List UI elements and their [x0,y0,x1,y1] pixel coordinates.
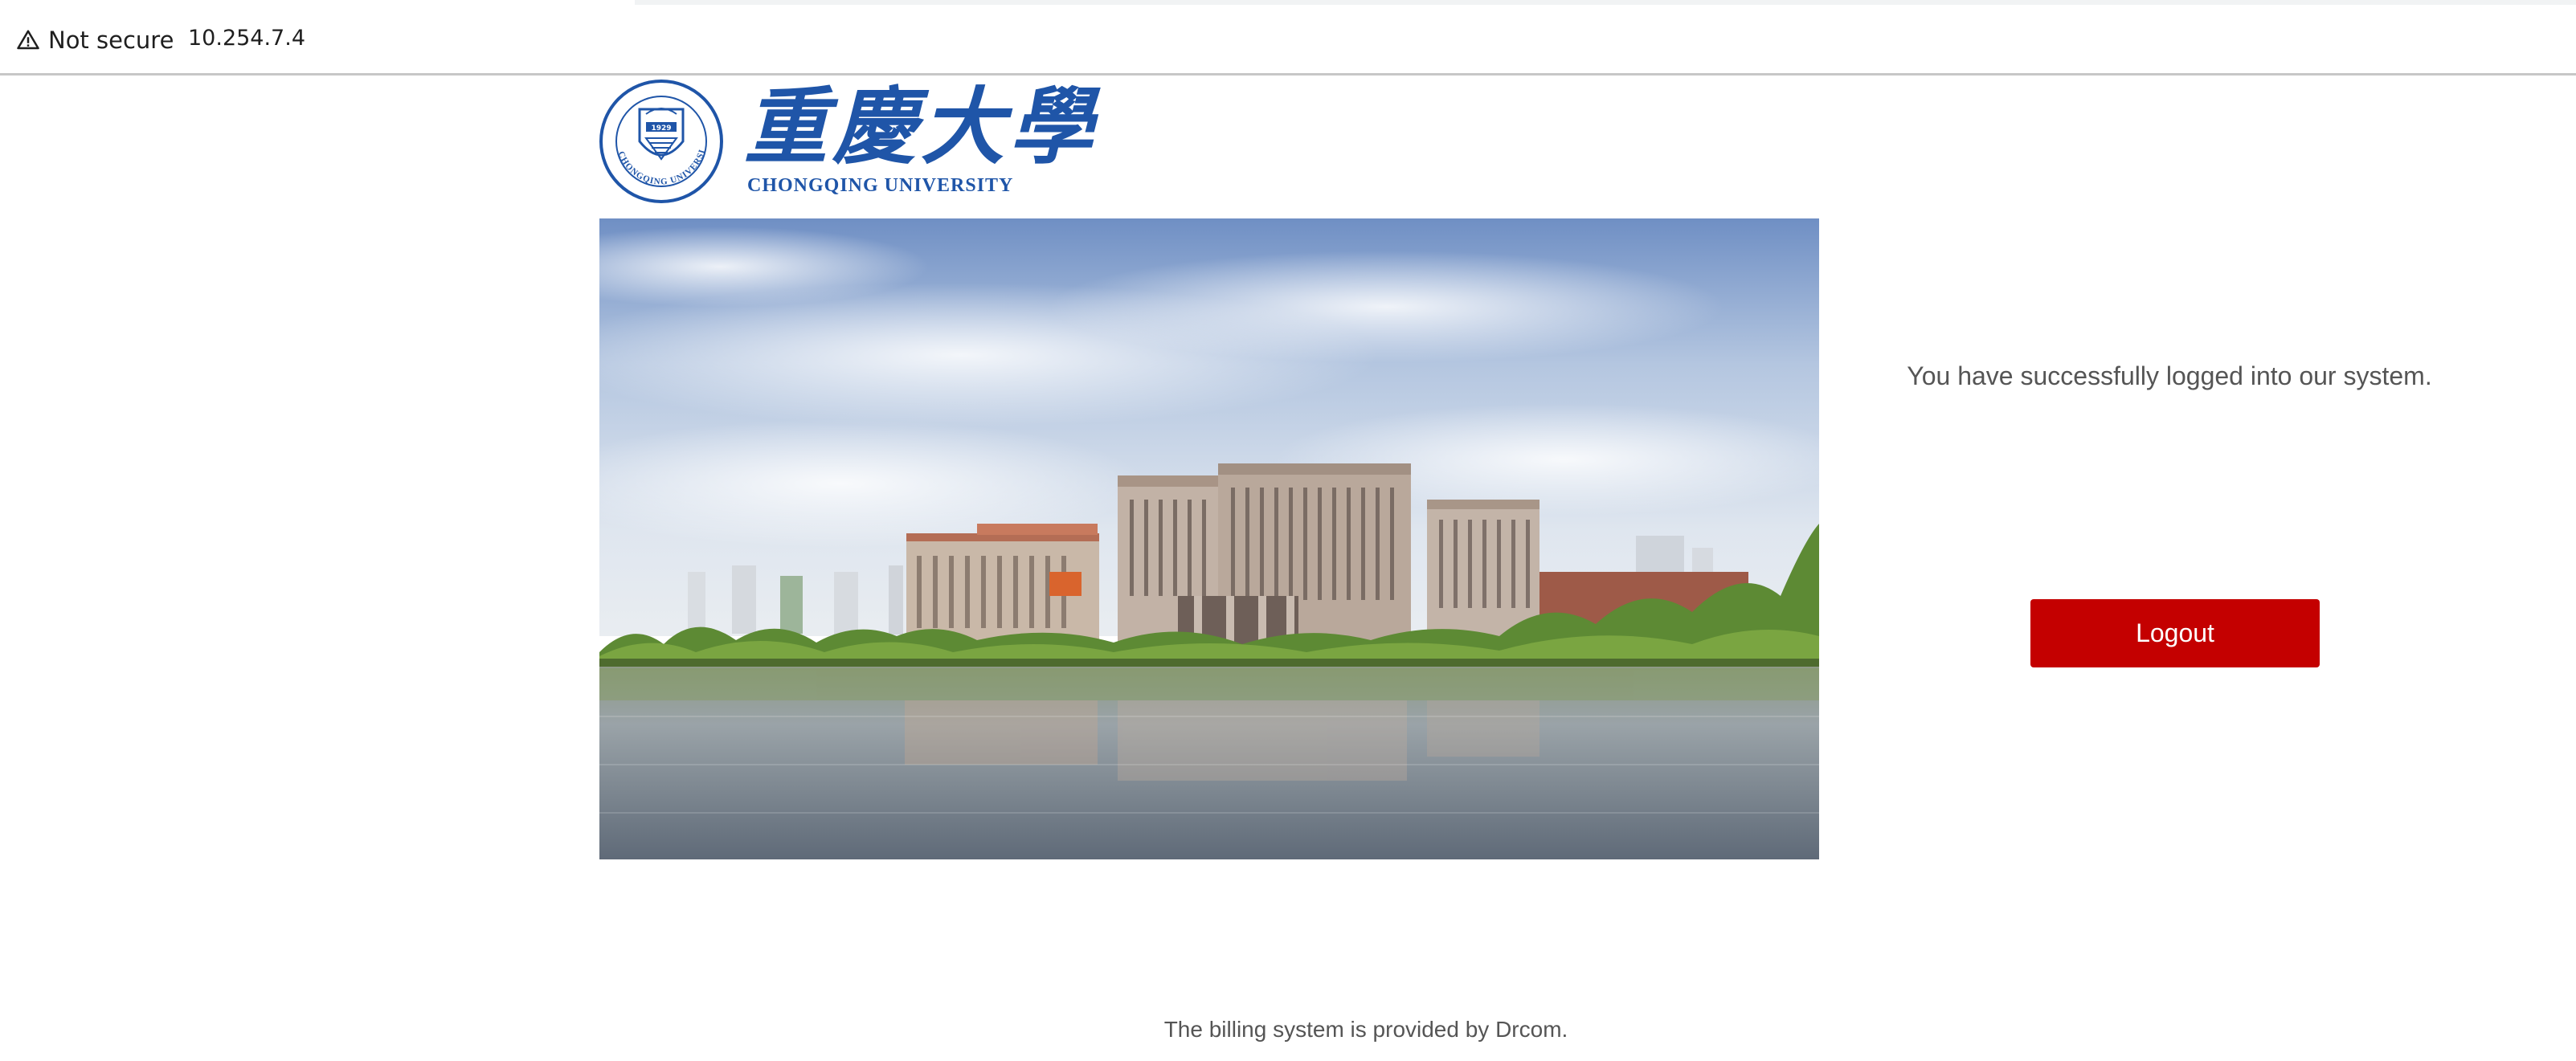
seal-year: 1929 [651,124,671,133]
address-bar[interactable]: Not secure 10.254.7.4 [0,5,2576,75]
warning-triangle-icon [16,28,40,52]
logo-english-name: CHONGQING UNIVERSITY [747,175,1014,196]
logo-chinese-name: 重慶大學 [744,77,1098,176]
university-seal-icon: CHONGQING UNIVERSITY 1929 [598,79,723,203]
url-text[interactable]: 10.254.7.4 [188,26,305,51]
login-success-message: You have successfully logged into our sy… [1907,361,2432,390]
logout-button[interactable]: Logout [2030,599,2320,667]
security-label: Not secure [48,27,174,54]
security-chip[interactable]: Not secure [6,18,184,63]
university-logo: CHONGQING UNIVERSITY 1929 重慶大學 CHONGQING… [598,79,1093,204]
campus-photo [599,218,1819,859]
footer-text: The billing system is provided by Drcom. [1163,1017,1568,1042]
